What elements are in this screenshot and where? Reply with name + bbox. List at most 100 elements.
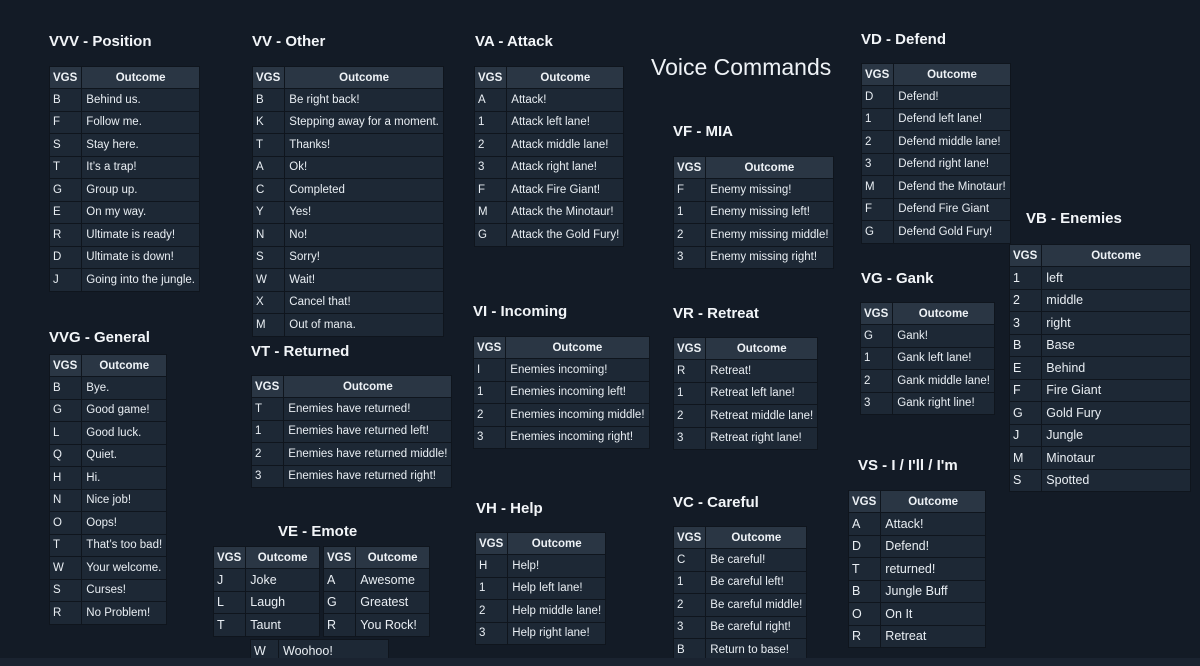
table-va-attack: VGS Outcome A Attack! 1 Attack left lane! 2 Att… — [473, 66, 625, 247]
outcome-text: It’s a trap! — [81, 155, 200, 179]
table-row: W Your welcome. — [48, 556, 168, 580]
column-header-vgs: VGS — [672, 337, 707, 360]
table-row: M Minotaur — [1008, 446, 1191, 470]
outcome-text: Ultimate is down! — [81, 245, 200, 269]
outcome-text: Behind us. — [81, 88, 200, 112]
vgs-key: 1 — [472, 380, 507, 404]
vgs-key: J — [48, 268, 83, 292]
table-row: Treturned! — [847, 557, 986, 581]
outcome-text: Be right back! — [284, 88, 444, 112]
vgs-key: F — [1008, 378, 1043, 402]
outcome-text: Follow me. — [81, 110, 200, 134]
table-row: B Jungle Buff — [847, 579, 986, 603]
table-row: A Ok! — [251, 155, 444, 179]
vgs-key: K — [251, 110, 286, 134]
table-row: J Joke — [212, 568, 320, 592]
table-row: 2 Defend middle lane! — [860, 130, 1011, 154]
table-row: 2 Attack middle lane! — [473, 133, 625, 157]
vgs-key: 3 — [672, 615, 707, 639]
vgs-key: L — [212, 590, 247, 614]
table-row: A Awesome — [322, 568, 430, 592]
table-vc-careful: VGS Outcome C Be careful! 1 Be careful left! 2… — [672, 526, 808, 662]
table-row: T Enemies have returned! — [250, 397, 453, 421]
column-header-outcome: Outcome — [505, 336, 650, 359]
table-row: 1 Enemies incoming left! — [472, 380, 650, 404]
vgs-key: 1 — [672, 570, 707, 594]
outcome-text: Taunt — [245, 613, 320, 637]
outcome-text: Bye. — [81, 376, 168, 400]
outcome-text: Enemies incoming middle! — [505, 403, 650, 427]
vgs-key: L — [48, 421, 83, 445]
table-row: L Good luck. — [48, 421, 168, 445]
vgs-key: 1 — [672, 381, 707, 405]
table-vd-defend: VGS Outcome D Defend! 1 Defend left lane! 2 Def… — [860, 63, 1011, 244]
section-heading-vd: VD - Defend — [861, 31, 947, 48]
outcome-text: Fire Giant — [1041, 378, 1191, 402]
vgs-key: J — [1008, 423, 1043, 447]
vgs-key: A — [473, 88, 508, 112]
outcome-text: Cancel that! — [284, 290, 444, 314]
outcome-text: Defend Gold Fury! — [893, 220, 1011, 244]
vgs-key: 2 — [859, 369, 894, 393]
outcome-text: Attack! — [506, 88, 625, 112]
table-row: 2 Enemy missing middle! — [672, 223, 834, 247]
table-row: F Follow me. — [48, 110, 200, 134]
table-row: F Fire Giant — [1008, 378, 1191, 402]
outcome-text: Good game! — [81, 398, 168, 422]
vgs-key: D — [847, 534, 882, 558]
vgs-key: S — [48, 133, 83, 157]
table-row: D Ultimate is down! — [48, 245, 200, 269]
table-row: R Retreat — [847, 624, 986, 648]
table-row: 2 middle — [1008, 288, 1191, 312]
table-row: G Greatest — [322, 590, 430, 614]
outcome-text: middle — [1041, 288, 1191, 312]
vgs-key: G — [1008, 401, 1043, 425]
table-row: D Defend! — [847, 534, 986, 558]
table-row: X Cancel that! — [251, 290, 444, 314]
vgs-key: M — [251, 313, 286, 337]
outcome-text: Hi. — [81, 466, 168, 490]
outcome-text: Retreat! — [705, 359, 819, 383]
vgs-key: 2 — [473, 133, 508, 157]
outcome-text: Defend the Minotaur! — [893, 175, 1011, 199]
table-row: J Going into the jungle. — [48, 268, 200, 292]
section-heading-vs: VS - I / I'll / I'm — [858, 457, 958, 474]
vgs-key: G — [859, 324, 894, 348]
outcome-text: Be careful left! — [705, 570, 808, 594]
table-vg-gank: VGS Outcome G Gank! 1 Gank left lane! 2 Gank mi… — [859, 302, 995, 415]
outcome-text: Enemy missing right! — [705, 245, 834, 269]
outcome-text: Sorry! — [284, 245, 444, 269]
table-row: B Behind us. — [48, 88, 200, 112]
vgs-key: C — [251, 178, 286, 202]
section-heading-vi: VI - Incoming — [473, 303, 568, 320]
table-row: 3 right — [1008, 311, 1191, 335]
table-row: I Enemies incoming! — [472, 358, 650, 382]
outcome-text: Completed — [284, 178, 444, 202]
vgs-key: T — [251, 133, 286, 157]
vgs-key: W — [48, 556, 83, 580]
outcome-text: Your welcome. — [81, 556, 168, 580]
vgs-key: 2 — [672, 593, 707, 617]
vgs-key: 2 — [474, 599, 509, 623]
vgs-key: I — [472, 358, 507, 382]
table-row: 1 left — [1008, 266, 1191, 290]
outcome-text: Oops! — [81, 511, 168, 535]
outcome-text: Joke — [245, 568, 320, 592]
vgs-key: 2 — [1008, 288, 1043, 312]
outcome-text: returned! — [880, 557, 986, 581]
table-row: 1 Enemies have returned left! — [250, 419, 453, 443]
table-row: J Jungle — [1008, 423, 1191, 447]
column-header-outcome: Outcome — [880, 490, 986, 513]
outcome-text: Retreat right lane! — [705, 426, 819, 450]
outcome-text: Attack left lane! — [506, 110, 625, 134]
vgs-key: G — [473, 223, 508, 247]
vgs-key: 2 — [672, 404, 707, 428]
outcome-text: Stay here. — [81, 133, 200, 157]
vgs-key: F — [48, 110, 83, 134]
table-row: T Taunt — [212, 613, 320, 637]
vgs-key: H — [474, 554, 509, 578]
vgs-key: 3 — [672, 426, 707, 450]
bottom-strip — [0, 658, 1200, 666]
vgs-key: G — [48, 398, 83, 422]
table-row: S Sorry! — [251, 245, 444, 269]
